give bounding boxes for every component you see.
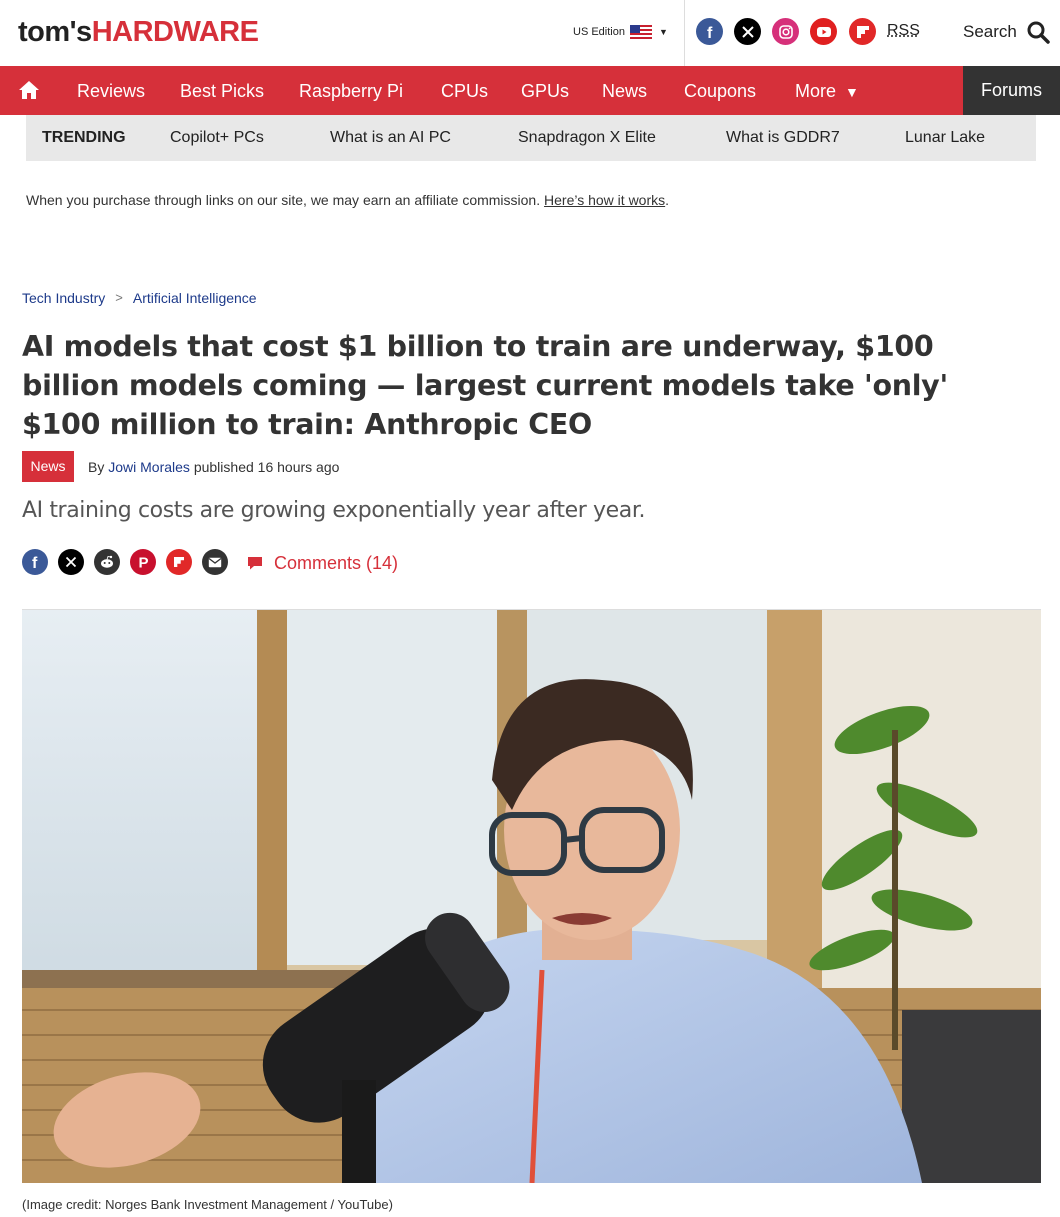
caret-down-icon: ▼ (845, 84, 859, 100)
published-time: published 16 hours ago (193, 459, 340, 475)
site-header: tom'sHARDWARE US Edition ▼ f RSS Search (0, 0, 1060, 66)
breadcrumb-separator: > (115, 290, 123, 305)
byline: By Jowi Morales published 16 hours ago (88, 457, 339, 477)
trending-item[interactable]: What is an AI PC (330, 127, 451, 149)
share-pinterest-icon[interactable]: P (130, 549, 156, 575)
site-logo[interactable]: tom'sHARDWARE (18, 15, 259, 49)
share-x-icon[interactable] (58, 549, 84, 575)
search-label: Search (963, 22, 1017, 41)
youtube-icon[interactable] (810, 18, 837, 45)
hero-photo (22, 610, 1041, 1183)
trending-item[interactable]: Lunar Lake (905, 127, 985, 149)
main-nav: Reviews Best Picks Raspberry Pi CPUs GPU… (0, 66, 1060, 115)
trending-item[interactable]: What is GDDR7 (726, 127, 840, 149)
nav-best-picks[interactable]: Best Picks (180, 79, 264, 103)
facebook-icon[interactable]: f (696, 18, 723, 45)
share-reddit-icon[interactable] (94, 549, 120, 575)
header-divider (684, 0, 685, 66)
svg-text:f: f (32, 555, 38, 570)
trending-item[interactable]: Snapdragon X Elite (518, 127, 656, 149)
trending-label: TRENDING (42, 129, 126, 146)
search-button[interactable]: Search (963, 20, 1050, 44)
svg-text:f: f (707, 25, 713, 40)
affiliate-disclaimer: When you purchase through links on our s… (26, 190, 669, 210)
nav-gpus[interactable]: GPUs (521, 79, 569, 103)
nav-more[interactable]: More ▼ (795, 79, 859, 104)
affiliate-text: When you purchase through links on our s… (26, 192, 541, 208)
edition-label: US Edition (573, 26, 625, 38)
instagram-icon[interactable] (772, 18, 799, 45)
byline-by: By (88, 459, 105, 475)
affiliate-how-it-works-link[interactable]: Here’s how it works (544, 192, 665, 208)
breadcrumb: Tech Industry > Artificial Intelligence (22, 288, 257, 308)
x-icon[interactable] (734, 18, 761, 45)
edition-selector[interactable]: US Edition ▼ (573, 23, 668, 41)
article-subtitle: AI training costs are growing exponentia… (22, 498, 646, 523)
home-icon[interactable] (18, 80, 40, 100)
comment-bubble-icon (248, 557, 262, 570)
trending-item[interactable]: Copilot+ PCs (170, 127, 264, 149)
nav-forums[interactable]: Forums (963, 66, 1060, 115)
chevron-down-icon: ▼ (658, 27, 668, 37)
share-flipboard-icon[interactable] (166, 549, 192, 575)
share-facebook-icon[interactable]: f (22, 549, 48, 575)
logo-hardware: HARDWARE (91, 16, 259, 48)
article-title: AI models that cost $1 billion to train … (22, 330, 948, 441)
nav-raspberry-pi[interactable]: Raspberry Pi (299, 79, 403, 103)
news-badge[interactable]: News (22, 451, 74, 482)
comments-link[interactable]: Comments (14) (246, 551, 398, 575)
us-flag-icon (629, 25, 652, 39)
logo-toms: tom's (18, 16, 92, 48)
search-icon (1027, 21, 1050, 44)
nav-news[interactable]: News (602, 79, 647, 103)
flipboard-icon[interactable] (849, 18, 876, 45)
breadcrumb-artificial-intelligence[interactable]: Artificial Intelligence (133, 288, 257, 308)
nav-more-label: More (795, 81, 837, 101)
nav-coupons[interactable]: Coupons (684, 79, 756, 103)
nav-reviews[interactable]: Reviews (77, 79, 145, 103)
hero-image (22, 610, 1041, 1183)
breadcrumb-tech-industry[interactable]: Tech Industry (22, 288, 105, 308)
share-email-icon[interactable] (202, 549, 228, 575)
image-credit: (Image credit: Norges Bank Investment Ma… (22, 1197, 393, 1212)
trending-bar: TRENDING Copilot+ PCs What is an AI PC S… (26, 115, 1036, 161)
rss-link[interactable]: RSS (887, 21, 920, 41)
nav-cpus[interactable]: CPUs (441, 79, 488, 103)
affiliate-tail: . (665, 192, 670, 208)
author-link[interactable]: Jowi Morales (108, 459, 190, 475)
comments-count: Comments (14) (274, 553, 399, 573)
svg-text:P: P (139, 555, 149, 571)
